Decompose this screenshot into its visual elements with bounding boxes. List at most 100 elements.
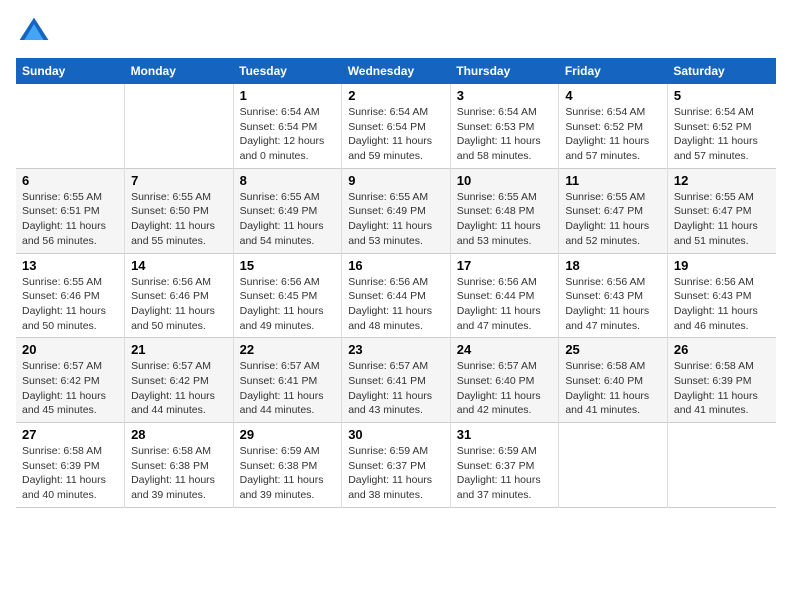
calendar-cell: 3 Sunrise: 6:54 AM Sunset: 6:53 PM Daylig…: [450, 84, 559, 168]
day-info: Sunrise: 6:59 AM Sunset: 6:37 PM Dayligh…: [457, 444, 553, 503]
weekday-header-wednesday: Wednesday: [342, 58, 451, 84]
day-info: Sunrise: 6:59 AM Sunset: 6:37 PM Dayligh…: [348, 444, 444, 503]
logo: [16, 16, 50, 48]
day-number: 1: [240, 88, 336, 103]
day-number: 17: [457, 258, 553, 273]
calendar-cell: 11 Sunrise: 6:55 AM Sunset: 6:47 PM Dayli…: [559, 168, 668, 253]
day-number: 26: [674, 342, 770, 357]
day-info: Sunrise: 6:58 AM Sunset: 6:38 PM Dayligh…: [131, 444, 227, 503]
page-header: [16, 16, 776, 48]
calendar-week-2: 6 Sunrise: 6:55 AM Sunset: 6:51 PM Daylig…: [16, 168, 776, 253]
day-number: 6: [22, 173, 118, 188]
calendar-week-5: 27Sunrise: 6:58 AM Sunset: 6:39 PM Dayli…: [16, 423, 776, 508]
calendar-body: 1 Sunrise: 6:54 AM Sunset: 6:54 PM Daylig…: [16, 84, 776, 507]
day-info: Sunrise: 6:57 AM Sunset: 6:40 PM Dayligh…: [457, 359, 553, 418]
calendar-cell: 29 Sunrise: 6:59 AM Sunset: 6:38 PM Dayli…: [233, 423, 342, 508]
day-number: 14: [131, 258, 227, 273]
calendar-cell: 19 Sunrise: 6:56 AM Sunset: 6:43 PM Dayli…: [667, 253, 776, 338]
weekday-header-tuesday: Tuesday: [233, 58, 342, 84]
day-number: 19: [674, 258, 770, 273]
day-info: Sunrise: 6:56 AM Sunset: 6:44 PM Dayligh…: [457, 275, 553, 334]
day-number: 4: [565, 88, 661, 103]
calendar-cell: 12Sunrise: 6:55 AM Sunset: 6:47 PM Dayli…: [667, 168, 776, 253]
logo-icon: [18, 16, 50, 48]
day-info: Sunrise: 6:55 AM Sunset: 6:48 PM Dayligh…: [457, 190, 553, 249]
day-number: 18: [565, 258, 661, 273]
day-info: Sunrise: 6:57 AM Sunset: 6:42 PM Dayligh…: [131, 359, 227, 418]
day-number: 10: [457, 173, 553, 188]
day-info: Sunrise: 6:55 AM Sunset: 6:47 PM Dayligh…: [565, 190, 661, 249]
day-number: 5: [674, 88, 770, 103]
day-number: 8: [240, 173, 336, 188]
calendar-cell: [16, 84, 125, 168]
calendar-cell: 21 Sunrise: 6:57 AM Sunset: 6:42 PM Dayli…: [125, 338, 234, 423]
day-info: Sunrise: 6:54 AM Sunset: 6:52 PM Dayligh…: [565, 105, 661, 164]
calendar-cell: 4 Sunrise: 6:54 AM Sunset: 6:52 PM Daylig…: [559, 84, 668, 168]
day-number: 12: [674, 173, 770, 188]
calendar-cell: 5 Sunrise: 6:54 AM Sunset: 6:52 PM Daylig…: [667, 84, 776, 168]
day-info: Sunrise: 6:55 AM Sunset: 6:49 PM Dayligh…: [240, 190, 336, 249]
day-info: Sunrise: 6:57 AM Sunset: 6:42 PM Dayligh…: [22, 359, 118, 418]
day-info: Sunrise: 6:56 AM Sunset: 6:44 PM Dayligh…: [348, 275, 444, 334]
calendar-cell: 26 Sunrise: 6:58 AM Sunset: 6:39 PM Dayli…: [667, 338, 776, 423]
day-info: Sunrise: 6:58 AM Sunset: 6:40 PM Dayligh…: [565, 359, 661, 418]
day-number: 31: [457, 427, 553, 442]
day-number: 11: [565, 173, 661, 188]
weekday-header-row: SundayMondayTuesdayWednesdayThursdayFrid…: [16, 58, 776, 84]
day-number: 9: [348, 173, 444, 188]
day-number: 28: [131, 427, 227, 442]
day-number: 29: [240, 427, 336, 442]
day-info: Sunrise: 6:57 AM Sunset: 6:41 PM Dayligh…: [240, 359, 336, 418]
day-info: Sunrise: 6:54 AM Sunset: 6:52 PM Dayligh…: [674, 105, 770, 164]
calendar-week-1: 1 Sunrise: 6:54 AM Sunset: 6:54 PM Daylig…: [16, 84, 776, 168]
day-number: 7: [131, 173, 227, 188]
calendar-cell: 6 Sunrise: 6:55 AM Sunset: 6:51 PM Daylig…: [16, 168, 125, 253]
day-info: Sunrise: 6:55 AM Sunset: 6:49 PM Dayligh…: [348, 190, 444, 249]
calendar-cell: 28 Sunrise: 6:58 AM Sunset: 6:38 PM Dayli…: [125, 423, 234, 508]
calendar-header: SundayMondayTuesdayWednesdayThursdayFrid…: [16, 58, 776, 84]
day-number: 15: [240, 258, 336, 273]
day-number: 16: [348, 258, 444, 273]
day-info: Sunrise: 6:54 AM Sunset: 6:53 PM Dayligh…: [457, 105, 553, 164]
day-number: 20: [22, 342, 118, 357]
calendar-cell: 17 Sunrise: 6:56 AM Sunset: 6:44 PM Dayli…: [450, 253, 559, 338]
day-number: 3: [457, 88, 553, 103]
calendar-cell: 30 Sunrise: 6:59 AM Sunset: 6:37 PM Dayli…: [342, 423, 451, 508]
calendar-cell: 15 Sunrise: 6:56 AM Sunset: 6:45 PM Dayli…: [233, 253, 342, 338]
day-info: Sunrise: 6:56 AM Sunset: 6:43 PM Dayligh…: [674, 275, 770, 334]
weekday-header-friday: Friday: [559, 58, 668, 84]
day-info: Sunrise: 6:55 AM Sunset: 6:46 PM Dayligh…: [22, 275, 118, 334]
day-info: Sunrise: 6:56 AM Sunset: 6:46 PM Dayligh…: [131, 275, 227, 334]
calendar-table: SundayMondayTuesdayWednesdayThursdayFrid…: [16, 58, 776, 508]
day-number: 13: [22, 258, 118, 273]
calendar-cell: 25 Sunrise: 6:58 AM Sunset: 6:40 PM Dayli…: [559, 338, 668, 423]
weekday-header-saturday: Saturday: [667, 58, 776, 84]
day-number: 24: [457, 342, 553, 357]
calendar-cell: [559, 423, 668, 508]
day-number: 23: [348, 342, 444, 357]
day-info: Sunrise: 6:55 AM Sunset: 6:51 PM Dayligh…: [22, 190, 118, 249]
calendar-cell: 9 Sunrise: 6:55 AM Sunset: 6:49 PM Daylig…: [342, 168, 451, 253]
day-number: 2: [348, 88, 444, 103]
day-number: 25: [565, 342, 661, 357]
calendar-cell: 8 Sunrise: 6:55 AM Sunset: 6:49 PM Daylig…: [233, 168, 342, 253]
calendar-cell: [125, 84, 234, 168]
calendar-week-4: 20 Sunrise: 6:57 AM Sunset: 6:42 PM Dayli…: [16, 338, 776, 423]
calendar-cell: 16 Sunrise: 6:56 AM Sunset: 6:44 PM Dayli…: [342, 253, 451, 338]
day-info: Sunrise: 6:58 AM Sunset: 6:39 PM Dayligh…: [674, 359, 770, 418]
weekday-header-sunday: Sunday: [16, 58, 125, 84]
calendar-cell: 13 Sunrise: 6:55 AM Sunset: 6:46 PM Dayli…: [16, 253, 125, 338]
calendar-week-3: 13 Sunrise: 6:55 AM Sunset: 6:46 PM Dayli…: [16, 253, 776, 338]
day-number: 21: [131, 342, 227, 357]
day-info: Sunrise: 6:54 AM Sunset: 6:54 PM Dayligh…: [240, 105, 336, 164]
calendar-cell: 14 Sunrise: 6:56 AM Sunset: 6:46 PM Dayli…: [125, 253, 234, 338]
weekday-header-monday: Monday: [125, 58, 234, 84]
calendar-cell: 31 Sunrise: 6:59 AM Sunset: 6:37 PM Dayli…: [450, 423, 559, 508]
day-info: Sunrise: 6:59 AM Sunset: 6:38 PM Dayligh…: [240, 444, 336, 503]
calendar-cell: 1 Sunrise: 6:54 AM Sunset: 6:54 PM Daylig…: [233, 84, 342, 168]
calendar-cell: 10 Sunrise: 6:55 AM Sunset: 6:48 PM Dayli…: [450, 168, 559, 253]
day-info: Sunrise: 6:56 AM Sunset: 6:43 PM Dayligh…: [565, 275, 661, 334]
day-number: 30: [348, 427, 444, 442]
calendar-cell: 27Sunrise: 6:58 AM Sunset: 6:39 PM Dayli…: [16, 423, 125, 508]
day-info: Sunrise: 6:56 AM Sunset: 6:45 PM Dayligh…: [240, 275, 336, 334]
